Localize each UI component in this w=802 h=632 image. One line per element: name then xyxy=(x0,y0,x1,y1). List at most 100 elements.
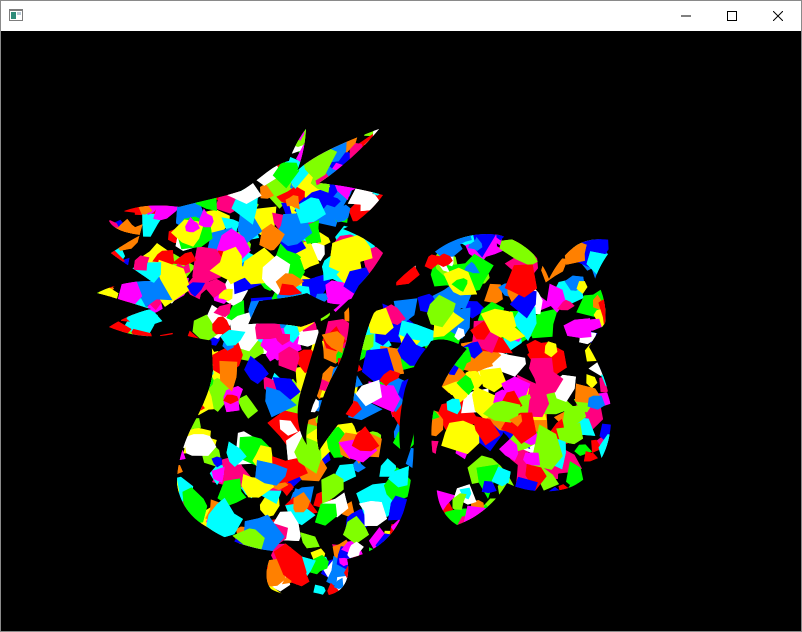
color-patch xyxy=(97,244,108,279)
color-patch xyxy=(548,564,562,583)
color-patch xyxy=(97,268,115,289)
color-patch xyxy=(128,344,147,368)
color-patch xyxy=(285,303,300,317)
color-patch xyxy=(523,543,544,562)
color-patch xyxy=(611,490,619,513)
color-patch xyxy=(97,540,109,568)
color-patch xyxy=(156,399,170,412)
color-patch xyxy=(596,479,619,517)
color-patch xyxy=(97,351,120,370)
color-patch xyxy=(99,235,126,268)
color-patch xyxy=(108,354,139,384)
color-patch xyxy=(392,586,414,597)
color-patch xyxy=(183,359,201,376)
color-patch xyxy=(184,129,209,162)
color-patch xyxy=(178,352,214,373)
color-patch xyxy=(600,568,619,592)
color-patch xyxy=(169,395,205,419)
color-patch xyxy=(466,134,493,160)
color-patch xyxy=(120,511,139,531)
color-patch xyxy=(372,129,406,151)
color-patch xyxy=(514,164,548,200)
color-patch xyxy=(419,520,435,537)
color-patch xyxy=(500,166,530,187)
color-patch xyxy=(154,362,195,397)
color-patch xyxy=(464,172,486,197)
color-patch xyxy=(97,151,118,197)
color-patch xyxy=(405,135,418,151)
color-patch xyxy=(169,358,200,397)
color-patch xyxy=(578,539,606,561)
color-patch xyxy=(578,512,593,526)
color-patch xyxy=(300,532,320,549)
color-patch xyxy=(447,530,463,543)
color-patch xyxy=(155,524,200,551)
color-patch xyxy=(561,498,586,526)
color-patch xyxy=(460,158,485,184)
minimize-button[interactable] xyxy=(663,1,709,31)
color-patch xyxy=(224,131,255,156)
color-patch xyxy=(506,222,522,242)
color-patch xyxy=(392,177,425,211)
color-patch xyxy=(97,250,111,292)
render-viewport[interactable] xyxy=(1,31,801,631)
color-patch xyxy=(270,129,280,134)
color-patch xyxy=(442,590,472,597)
color-patch xyxy=(386,533,414,573)
color-patch xyxy=(453,571,481,589)
color-patch xyxy=(114,363,135,389)
color-patch xyxy=(228,134,259,171)
color-patch xyxy=(464,172,486,197)
color-patch xyxy=(141,449,160,464)
maximize-button[interactable] xyxy=(709,1,755,31)
color-patch xyxy=(149,505,164,527)
color-patch xyxy=(575,129,588,143)
color-patch xyxy=(616,150,619,167)
color-patch xyxy=(440,129,480,152)
color-patch xyxy=(131,442,147,460)
color-patch xyxy=(114,129,143,140)
app-icon[interactable] xyxy=(9,9,23,21)
color-patch xyxy=(387,202,410,224)
color-patch xyxy=(411,559,447,582)
title-bar[interactable] xyxy=(1,1,801,31)
color-patch xyxy=(134,468,169,496)
color-patch xyxy=(472,165,496,187)
color-patch xyxy=(578,522,605,548)
color-patch xyxy=(424,564,455,592)
close-button[interactable] xyxy=(755,1,801,31)
color-patch xyxy=(97,143,121,169)
color-patch xyxy=(593,491,610,505)
color-patch xyxy=(517,182,549,207)
color-patch xyxy=(499,499,540,534)
color-patch xyxy=(382,151,425,184)
color-patch xyxy=(400,547,417,566)
color-patch xyxy=(531,493,565,524)
color-patch xyxy=(97,427,102,446)
color-patch xyxy=(210,569,228,588)
color-patch xyxy=(575,129,588,143)
color-patch xyxy=(601,267,617,282)
color-patch xyxy=(162,192,178,206)
color-patch xyxy=(101,444,112,455)
color-patch xyxy=(113,384,131,400)
color-patch xyxy=(149,587,172,597)
color-patch xyxy=(108,532,131,557)
color-patch xyxy=(517,137,535,156)
color-patch xyxy=(411,575,441,597)
color-patch xyxy=(529,179,545,196)
color-patch xyxy=(188,550,217,576)
color-patch xyxy=(226,575,252,594)
color-patch xyxy=(103,418,120,434)
color-patch xyxy=(247,154,263,173)
color-patch xyxy=(602,216,619,239)
color-patch xyxy=(411,575,441,597)
color-patch xyxy=(109,397,132,414)
color-patch xyxy=(557,206,575,221)
color-patch xyxy=(437,133,473,167)
color-patch xyxy=(394,144,434,182)
color-patch xyxy=(208,565,244,597)
color-patch xyxy=(436,350,455,366)
color-patch xyxy=(97,488,115,515)
color-patch xyxy=(584,342,616,362)
